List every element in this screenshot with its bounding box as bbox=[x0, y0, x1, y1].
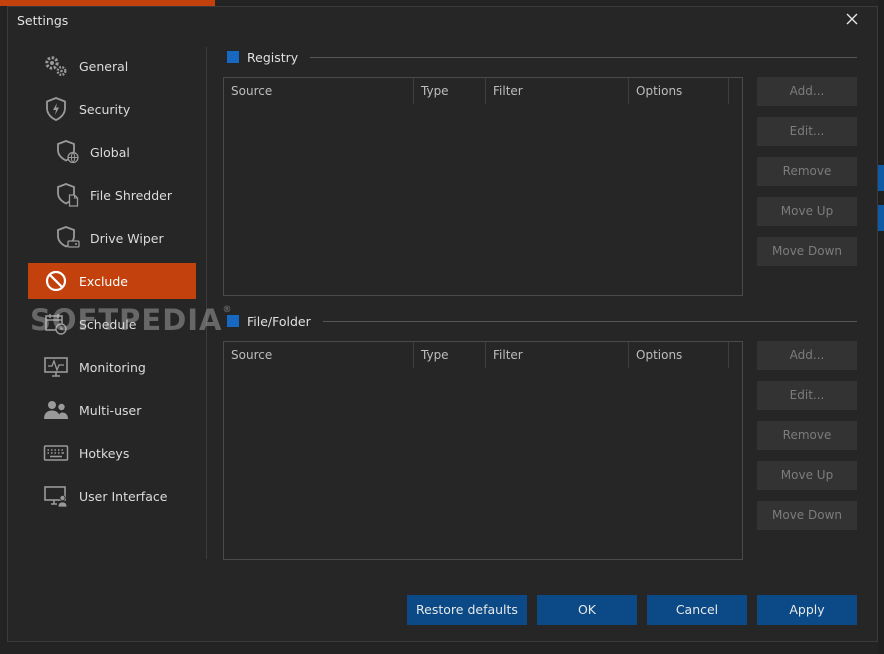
section-marker bbox=[227, 51, 239, 63]
registry-section-header: Registry bbox=[227, 49, 857, 65]
registry-move-down-button[interactable]: Move Down bbox=[757, 237, 857, 266]
filefolder-add-button[interactable]: Add... bbox=[757, 341, 857, 370]
sidebar-item-exclude[interactable]: Exclude bbox=[28, 263, 196, 299]
sidebar-item-schedule[interactable]: Schedule bbox=[28, 306, 196, 342]
section-rule bbox=[322, 320, 857, 322]
dialog-titlebar: Settings bbox=[8, 7, 877, 35]
column-header-source[interactable]: Source bbox=[224, 342, 414, 368]
column-header-filter[interactable]: Filter bbox=[486, 342, 629, 368]
calendar-clock-icon bbox=[42, 310, 70, 338]
sidebar-divider bbox=[206, 47, 207, 559]
sidebar-item-hotkeys[interactable]: Hotkeys bbox=[28, 435, 196, 471]
sidebar-item-file-shredder[interactable]: File Shredder bbox=[28, 177, 196, 213]
settings-dialog: Settings General Security Global File Sh… bbox=[7, 6, 878, 642]
registry-move-up-button[interactable]: Move Up bbox=[757, 197, 857, 226]
registry-edit-button[interactable]: Edit... bbox=[757, 117, 857, 146]
monitor-user-icon bbox=[42, 482, 70, 510]
shield-drive-icon bbox=[54, 224, 82, 252]
cancel-button[interactable]: Cancel bbox=[647, 595, 747, 625]
sidebar-item-drive-wiper[interactable]: Drive Wiper bbox=[28, 220, 196, 256]
column-header-spacer bbox=[729, 342, 742, 368]
column-header-type[interactable]: Type bbox=[414, 78, 486, 104]
column-header-type[interactable]: Type bbox=[414, 342, 486, 368]
column-header-filter[interactable]: Filter bbox=[486, 78, 629, 104]
section-marker bbox=[227, 315, 239, 327]
sidebar-item-label: Security bbox=[79, 101, 131, 117]
filefolder-table-header: Source Type Filter Options bbox=[224, 342, 742, 368]
column-header-options[interactable]: Options bbox=[629, 78, 729, 104]
filefolder-table[interactable]: Source Type Filter Options bbox=[223, 341, 743, 560]
sidebar-item-label: General bbox=[79, 58, 129, 74]
background-app-highlight bbox=[878, 205, 884, 231]
filefolder-remove-button[interactable]: Remove bbox=[757, 421, 857, 450]
prohibited-icon bbox=[42, 267, 70, 295]
registry-add-button[interactable]: Add... bbox=[757, 77, 857, 106]
registry-table[interactable]: Source Type Filter Options bbox=[223, 77, 743, 296]
apply-button[interactable]: Apply bbox=[757, 595, 857, 625]
sidebar-item-label: Global bbox=[90, 144, 130, 160]
shield-globe-icon bbox=[54, 138, 82, 166]
restore-defaults-button[interactable]: Restore defaults bbox=[407, 595, 527, 625]
filefolder-edit-button[interactable]: Edit... bbox=[757, 381, 857, 410]
section-rule bbox=[310, 56, 857, 58]
sidebar-item-label: Multi-user bbox=[79, 402, 142, 418]
shield-file-icon bbox=[54, 181, 82, 209]
column-header-spacer bbox=[729, 78, 742, 104]
registry-section-title: Registry bbox=[247, 49, 299, 65]
dialog-title: Settings bbox=[17, 13, 69, 28]
filefolder-move-down-button[interactable]: Move Down bbox=[757, 501, 857, 530]
background-app-edge bbox=[878, 0, 884, 654]
registry-table-header: Source Type Filter Options bbox=[224, 78, 742, 104]
users-icon bbox=[42, 396, 70, 424]
sidebar-item-label: Exclude bbox=[79, 273, 128, 289]
column-header-options[interactable]: Options bbox=[629, 342, 729, 368]
sidebar-item-label: File Shredder bbox=[90, 187, 173, 203]
keyboard-icon bbox=[42, 439, 70, 467]
sidebar-item-label: Schedule bbox=[79, 316, 137, 332]
sidebar-item-general[interactable]: General bbox=[28, 48, 196, 84]
sidebar-item-user-interface[interactable]: User Interface bbox=[28, 478, 196, 514]
sidebar-item-label: Hotkeys bbox=[79, 445, 130, 461]
sidebar-item-label: Drive Wiper bbox=[90, 230, 164, 246]
ok-button[interactable]: OK bbox=[537, 595, 637, 625]
sidebar-item-monitoring[interactable]: Monitoring bbox=[28, 349, 196, 385]
sidebar-item-global[interactable]: Global bbox=[28, 134, 196, 170]
shield-bolt-icon bbox=[42, 95, 70, 123]
close-icon bbox=[846, 13, 858, 25]
filefolder-section-title: File/Folder bbox=[247, 313, 311, 329]
column-header-source[interactable]: Source bbox=[224, 78, 414, 104]
close-button[interactable] bbox=[841, 8, 863, 30]
filefolder-move-up-button[interactable]: Move Up bbox=[757, 461, 857, 490]
sidebar-item-label: User Interface bbox=[79, 488, 168, 504]
sidebar-item-security[interactable]: Security bbox=[28, 91, 196, 127]
sidebar-item-label: Monitoring bbox=[79, 359, 146, 375]
background-app-highlight bbox=[878, 165, 884, 191]
monitor-pulse-icon bbox=[42, 353, 70, 381]
gears-icon bbox=[42, 52, 70, 80]
registry-remove-button[interactable]: Remove bbox=[757, 157, 857, 186]
filefolder-section-header: File/Folder bbox=[227, 313, 857, 329]
sidebar-item-multi-user[interactable]: Multi-user bbox=[28, 392, 196, 428]
